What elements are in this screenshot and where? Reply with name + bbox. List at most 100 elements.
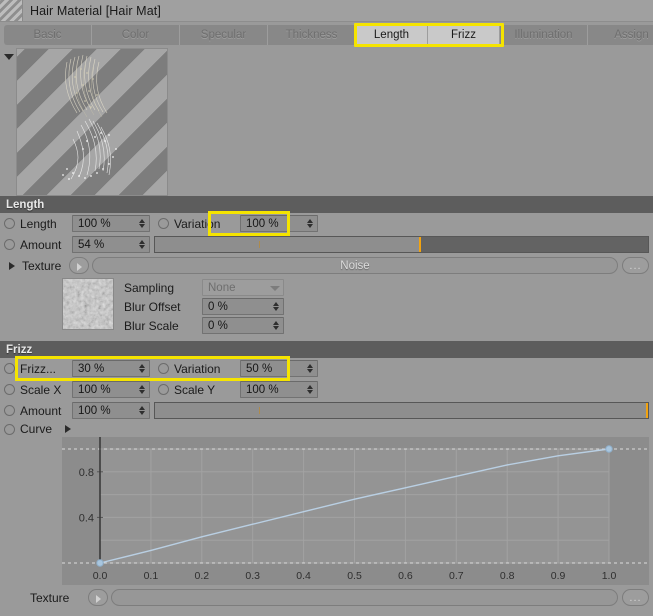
tab-color[interactable]: Color	[92, 25, 180, 45]
length-label: Length	[20, 216, 57, 231]
frizz-input[interactable]: 30 %	[72, 360, 150, 377]
frizz-scale-y-value: 100 %	[246, 383, 279, 396]
chevron-down-icon[interactable]	[267, 280, 283, 295]
frizz-texture-play-button[interactable]	[88, 589, 108, 606]
x-axis-tick-label: 0.5	[347, 570, 362, 582]
stepper-arrows-icon[interactable]	[270, 299, 283, 314]
length-texture-panel: Sampling None Blur Offset 0 % Blur Scale…	[0, 276, 653, 335]
x-axis-tick-label: 0.7	[449, 570, 464, 582]
noise-thumbnail-image	[63, 279, 113, 329]
frizz-curve-plot[interactable]: 0.0 0.1 0.2 0.3 0.4 0.5 0.6 0.7 0.8 0.9 1.0 0.4 0.8	[62, 437, 649, 585]
length-texture-link[interactable]: Noise	[92, 257, 618, 274]
frizz-scale-x-input[interactable]: 100 %	[72, 381, 150, 398]
window-title: Hair Material [Hair Mat]	[30, 3, 161, 18]
length-input[interactable]: 100 %	[72, 215, 150, 232]
hair-preview-strands	[62, 54, 117, 180]
stepper-arrows-icon[interactable]	[136, 237, 149, 252]
triangle-right-icon[interactable]	[63, 423, 75, 435]
length-variation-input[interactable]: 100 %	[240, 215, 318, 232]
y-axis-tick-label: 0.4	[79, 512, 94, 524]
slider-fill	[155, 403, 648, 418]
tab-basic[interactable]: Basic	[4, 25, 92, 45]
x-axis-tick-label: 0.0	[93, 570, 108, 582]
stepper-arrows-icon[interactable]	[136, 216, 149, 231]
slider-fill	[155, 237, 422, 252]
tab-specular[interactable]: Specular	[180, 25, 268, 45]
x-axis-tick-label: 1.0	[602, 570, 617, 582]
row-frizz-amount: Amount 100 %	[0, 400, 653, 421]
row-length-texture: Texture Noise ...	[0, 255, 653, 276]
blur-scale-label: Blur Scale	[124, 318, 179, 333]
preview-row	[0, 48, 653, 196]
x-axis-tick-label: 0.8	[500, 570, 515, 582]
row-sampling: Sampling None	[124, 278, 284, 297]
sampling-select[interactable]: None	[202, 279, 284, 296]
row-frizz-texture: Texture ...	[0, 587, 653, 608]
frizz-texture-more-button[interactable]: ...	[622, 589, 649, 606]
noise-texture-thumbnail[interactable]	[62, 278, 114, 330]
stepper-arrows-icon[interactable]	[270, 318, 283, 333]
stepper-arrows-icon[interactable]	[136, 403, 149, 418]
frizz-curve-graph[interactable]: 0.0 0.1 0.2 0.3 0.4 0.5 0.6 0.7 0.8 0.9 1.0 0.4 0.8	[62, 437, 649, 585]
stepper-arrows-icon[interactable]	[136, 382, 149, 397]
x-axis-tick-label: 0.1	[144, 570, 159, 582]
frizz-variation-animate-toggle[interactable]	[158, 363, 169, 374]
tab-label: Frizz	[451, 29, 476, 41]
frizz-texture-link[interactable]	[111, 589, 618, 606]
length-texture-play-button[interactable]	[69, 257, 89, 274]
frizz-variation-input[interactable]: 50 %	[240, 360, 318, 377]
blur-offset-label: Blur Offset	[124, 299, 181, 314]
blur-scale-input[interactable]: 0 %	[202, 317, 284, 334]
frizz-curve-animate-toggle[interactable]	[4, 423, 15, 435]
triangle-down-icon[interactable]	[2, 50, 16, 64]
x-axis-tick-label: 0.4	[296, 570, 311, 582]
length-texture-label: Texture	[22, 258, 62, 273]
frizz-value: 30 %	[78, 362, 105, 375]
y-axis-tick-label: 0.8	[79, 467, 94, 479]
length-amount-input[interactable]: 54 %	[72, 236, 150, 253]
tab-label: Basic	[33, 29, 62, 41]
blur-offset-value: 0 %	[208, 300, 228, 313]
stepper-arrows-icon[interactable]	[304, 361, 317, 376]
length-variation-label: Variation	[174, 216, 221, 231]
frizz-amount-animate-toggle[interactable]	[4, 405, 15, 416]
slider-marker[interactable]	[646, 403, 648, 418]
length-animate-toggle[interactable]	[4, 218, 15, 229]
tab-illumination[interactable]: Illumination	[500, 25, 588, 45]
blur-offset-input[interactable]: 0 %	[202, 298, 284, 315]
length-texture-more-button[interactable]: ...	[622, 257, 649, 274]
frizz-amount-input[interactable]: 100 %	[72, 402, 150, 419]
tab-length[interactable]: Length	[356, 25, 428, 45]
frizz-scale-y-input[interactable]: 100 %	[240, 381, 318, 398]
length-amount-slider[interactable]	[154, 236, 649, 253]
frizz-scale-y-animate-toggle[interactable]	[158, 384, 169, 395]
material-preview[interactable]	[16, 48, 168, 196]
tab-frizz[interactable]: Frizz	[428, 25, 500, 45]
frizz-amount-slider[interactable]	[154, 402, 649, 419]
triangle-right-icon[interactable]	[7, 260, 19, 272]
x-axis-tick-label: 0.2	[194, 570, 209, 582]
frizz-variation-label: Variation	[174, 361, 221, 376]
slider-tick	[258, 407, 260, 414]
length-variation-animate-toggle[interactable]	[158, 218, 169, 229]
stepper-arrows-icon[interactable]	[304, 382, 317, 397]
length-amount-animate-toggle[interactable]	[4, 239, 15, 250]
tab-thickness[interactable]: Thickness	[268, 25, 356, 45]
length-amount-label: Amount	[20, 237, 62, 252]
x-axis-tick-label: 0.9	[551, 570, 566, 582]
curve-control-point[interactable]	[605, 445, 613, 453]
length-amount-value: 54 %	[78, 238, 105, 251]
frizz-animate-toggle[interactable]	[4, 363, 15, 374]
frizz-label: Frizz...	[20, 361, 56, 376]
frizz-scale-x-animate-toggle[interactable]	[4, 384, 15, 395]
stepper-arrows-icon[interactable]	[304, 216, 317, 231]
slider-marker[interactable]	[419, 237, 422, 252]
tab-assign[interactable]: Assign	[588, 25, 653, 45]
tab-label: Color	[121, 29, 150, 41]
tab-label: Illumination	[514, 29, 573, 41]
section-title-length: Length	[6, 198, 45, 211]
row-blur-offset: Blur Offset 0 %	[124, 297, 284, 316]
curve-control-point[interactable]	[96, 559, 104, 567]
stepper-arrows-icon[interactable]	[136, 361, 149, 376]
frizz-scale-x-label: Scale X	[20, 382, 62, 397]
